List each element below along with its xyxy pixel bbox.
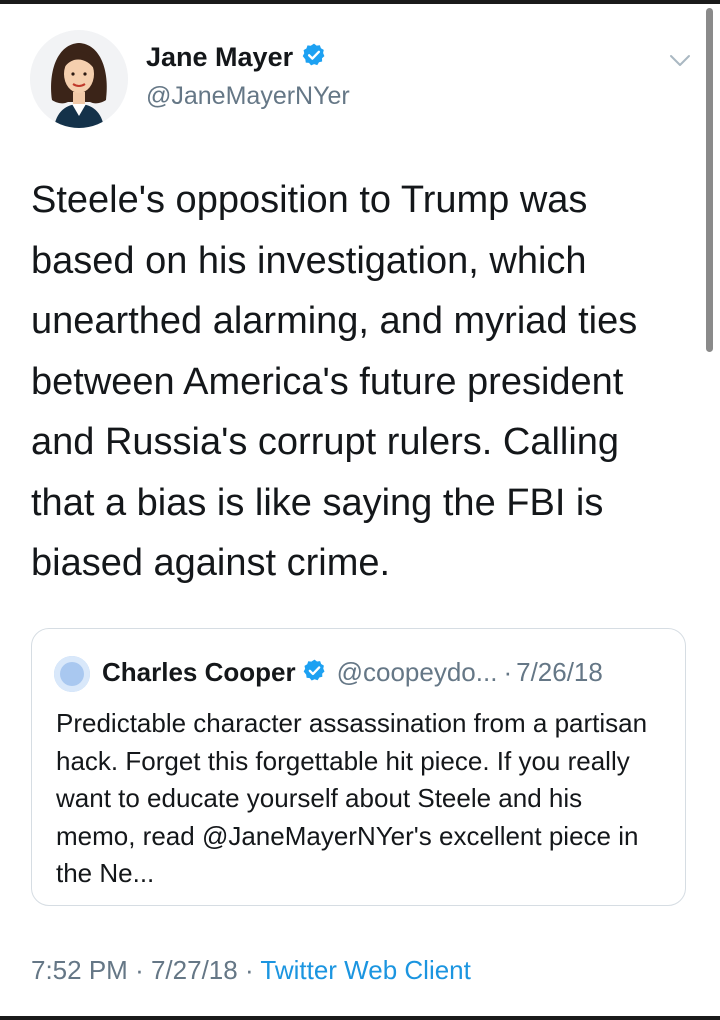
- tweet-date[interactable]: 7/27/18: [151, 955, 238, 985]
- author-avatar[interactable]: [30, 30, 128, 128]
- client-link[interactable]: Twitter Web Client: [260, 955, 470, 985]
- tweet-meta: 7:52 PM · 7/27/18 · Twitter Web Client: [31, 955, 471, 986]
- separator-dot: ·: [503, 657, 513, 687]
- quoted-tweet-text: Predictable character assassination from…: [56, 708, 648, 888]
- quoted-author-handle: @coopeydo...: [336, 657, 498, 687]
- author-name[interactable]: Jane Mayer: [146, 42, 293, 73]
- tweet-time: 7:52 PM: [31, 955, 128, 985]
- scrollbar-thumb[interactable]: [706, 8, 713, 352]
- separator-dot: ·: [244, 955, 254, 985]
- quoted-author-avatar: [54, 656, 90, 692]
- chevron-down-icon[interactable]: [668, 50, 692, 70]
- verified-badge-icon: [293, 42, 327, 73]
- verified-badge-icon: [296, 658, 327, 688]
- separator-dot: ·: [135, 955, 144, 985]
- quoted-tweet-header: Charles Cooper @coopeydo... · 7/26/18: [102, 657, 603, 688]
- tweet-text: Steele's opposition to Trump was based o…: [31, 179, 638, 584]
- author-name-row[interactable]: Jane Mayer: [146, 42, 327, 73]
- bottom-edge-bar: [0, 1016, 720, 1020]
- top-edge-bar: [0, 0, 720, 4]
- quoted-tweet-date: 7/26/18: [516, 657, 603, 687]
- author-handle[interactable]: @JaneMayerNYer: [146, 82, 350, 111]
- quoted-tweet-card[interactable]: Charles Cooper @coopeydo... · 7/26/18 Pr…: [31, 628, 686, 906]
- quoted-author-name: Charles Cooper: [102, 657, 296, 687]
